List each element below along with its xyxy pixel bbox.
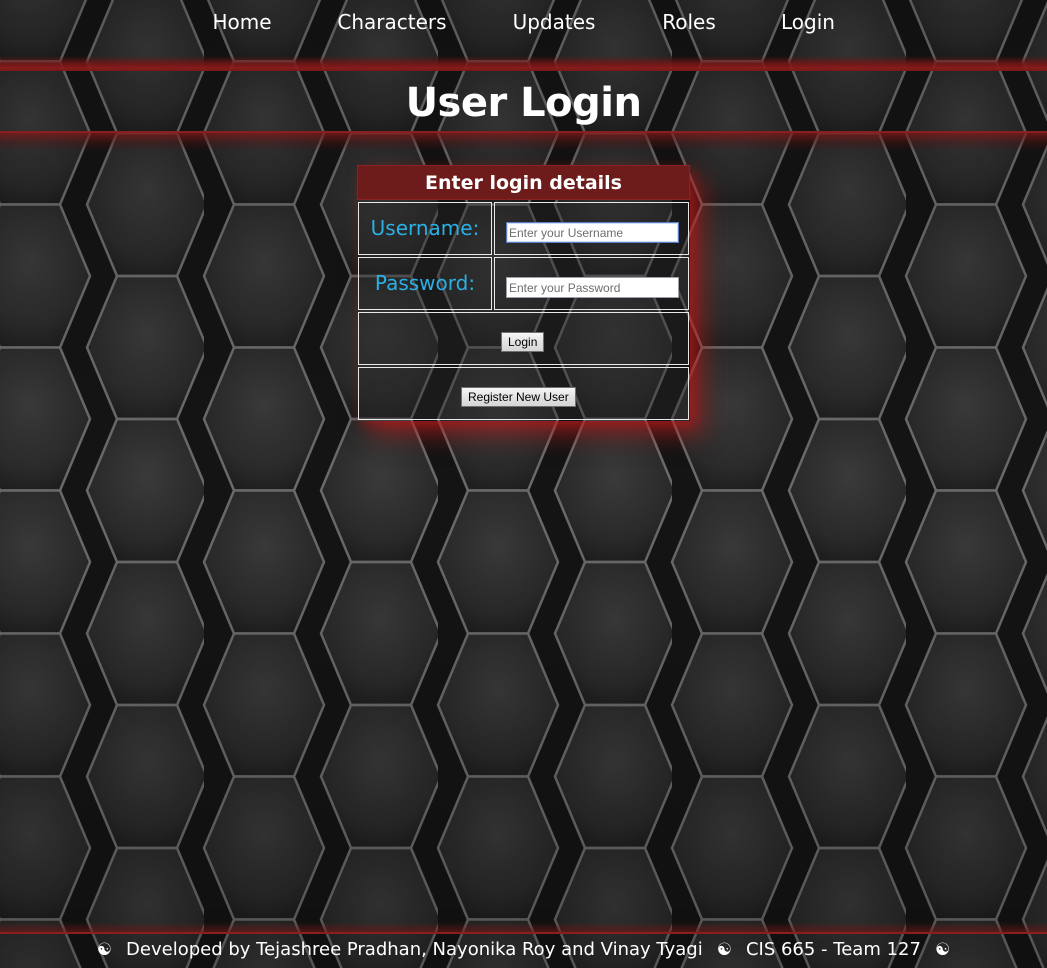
page-title-area: User Login — [0, 71, 1047, 131]
footer-red-glow — [0, 922, 1047, 932]
login-button[interactable]: Login — [501, 332, 545, 352]
nav-updates[interactable]: Updates — [513, 6, 596, 38]
username-input[interactable] — [506, 222, 679, 243]
password-input-cell — [494, 257, 689, 310]
title-red-glow — [0, 133, 1047, 151]
password-input[interactable] — [506, 277, 679, 298]
login-button-cell: Login — [358, 312, 689, 365]
footer: ☯ Developed by Tejashree Pradhan, Nayonik… — [0, 934, 1047, 968]
nav-login[interactable]: Login — [781, 6, 835, 38]
nav-home[interactable]: Home — [212, 6, 271, 38]
footer-course: CIS 665 - Team 127 — [745, 939, 921, 960]
password-label: Password: — [374, 271, 476, 295]
username-label-cell: Username: — [358, 202, 492, 255]
header-red-band — [0, 56, 1047, 70]
yin-yang-icon: ☯ — [716, 940, 732, 960]
yin-yang-icon: ☯ — [96, 940, 113, 960]
password-label-cell: Password: — [358, 257, 492, 310]
register-new-user-button[interactable]: Register New User — [461, 387, 576, 407]
page-title: User Login — [405, 80, 642, 126]
register-button-cell: Register New User — [358, 367, 689, 420]
nav-characters[interactable]: Characters — [337, 6, 446, 38]
login-form-header: Enter login details — [357, 165, 690, 200]
top-navigation: Home Characters Updates Roles Login — [0, 0, 1047, 44]
footer-credits: Developed by Tejashree Pradhan, Nayonika… — [126, 939, 703, 960]
yin-yang-icon: ☯ — [934, 940, 951, 960]
nav-roles[interactable]: Roles — [662, 6, 716, 38]
login-form: Enter login details Username: Password: … — [357, 165, 690, 421]
username-label: Username: — [370, 216, 480, 240]
username-input-cell — [494, 202, 689, 255]
